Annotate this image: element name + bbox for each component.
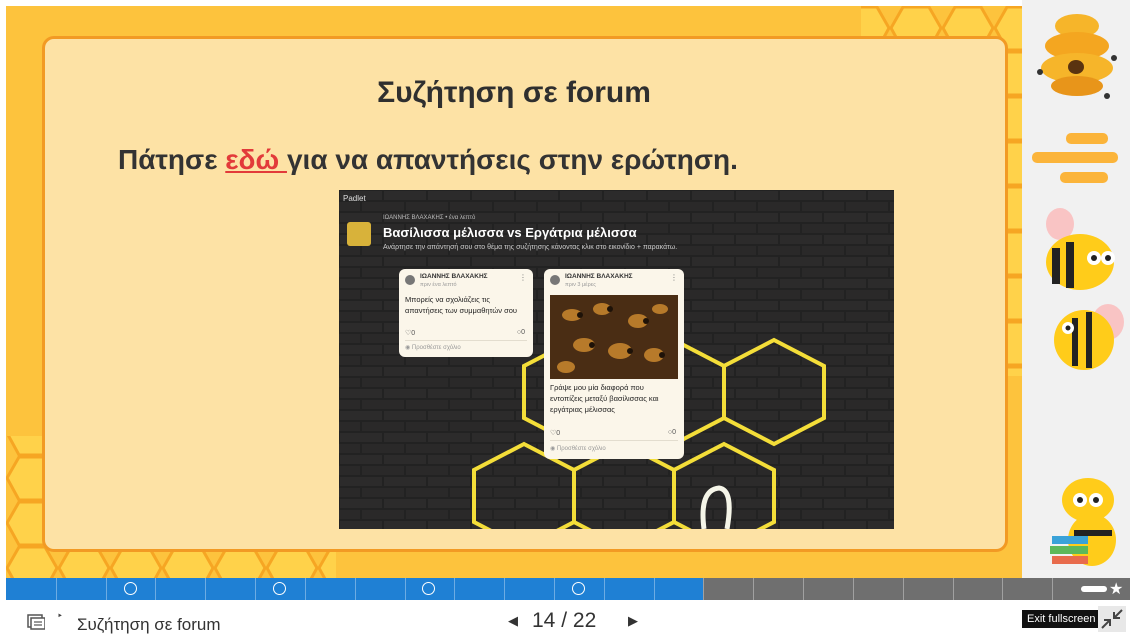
- post-author: ΙΩΑΝΝΗΣ ΒΛΑΧΑΚΗΣ: [420, 273, 488, 280]
- caret-right-icon: ‣: [57, 611, 63, 622]
- add-comment-field[interactable]: ◉ Προσθέστε σχόλιο: [405, 344, 461, 351]
- progress-segment-divider: [405, 578, 406, 600]
- post-author: ΙΩΑΝΝΗΣ ΒΛΑΧΑΚΗΣ: [565, 273, 633, 280]
- like-button[interactable]: ♡0: [405, 329, 415, 337]
- decoration-sidebar: [1022, 0, 1130, 578]
- next-slide-button[interactable]: ▶: [628, 613, 638, 629]
- post-time: πριν ένα λεπτό: [420, 282, 457, 288]
- progress-segment-divider: [305, 578, 306, 600]
- lines-decoration: [1032, 133, 1118, 183]
- like-button[interactable]: ♡0: [550, 429, 560, 437]
- progress-segment-divider: [654, 578, 655, 600]
- progress-segment-divider: [255, 578, 256, 600]
- exit-fullscreen-tooltip: Exit fullscreen: [1022, 610, 1101, 628]
- progress-segment-divider: [504, 578, 505, 600]
- post-text: Μπορείς να σχολιάζεις τις απαντήσεις των…: [405, 295, 518, 315]
- progress-segment-divider: [1052, 578, 1053, 600]
- slide-canvas: Συζήτηση σε forum Πάτησε εδώ για να απαν…: [6, 6, 1022, 578]
- progress-segment-divider: [155, 578, 156, 600]
- padlet-thumbnail: [347, 222, 371, 246]
- page-separator: /: [561, 609, 568, 632]
- add-comment-label: Προσθέστε σχόλιο: [411, 345, 461, 351]
- add-comment-icon: ◉: [550, 446, 557, 452]
- comment-count: 0: [672, 429, 676, 436]
- section-marker[interactable]: [273, 582, 286, 595]
- comment-button[interactable]: ○0: [517, 329, 525, 336]
- here-link[interactable]: εδώ: [225, 144, 287, 175]
- padlet-author: ΙΩΑΝΝΗΣ ΒΛΑΧΑΚΗΣ • ένα λεπτό: [383, 215, 476, 221]
- previous-slide-button[interactable]: ◀: [508, 613, 518, 629]
- progress-segment-divider: [355, 578, 356, 600]
- progress-end-bar: [1081, 586, 1107, 592]
- post-card[interactable]: ΙΩΑΝΝΗΣ ΒΛΑΧΑΚΗΣ πριν ένα λεπτό ⋮ Μπορεί…: [399, 269, 533, 357]
- current-slide-name: Συζήτηση σε forum: [77, 615, 221, 634]
- progress-segment-divider: [753, 578, 754, 600]
- progress-segment-divider: [454, 578, 455, 600]
- post-time: πριν 3 μέρες: [565, 282, 596, 288]
- like-count: 0: [411, 330, 416, 337]
- beehive-icon: [1037, 14, 1117, 99]
- padlet-embed[interactable]: Padlet ΙΩΑΝΝΗΣ ΒΛΑΧΑΚΗΣ • ένα λεπτό Βασί…: [339, 190, 894, 529]
- instruction-prefix: Πάτησε: [118, 144, 226, 175]
- section-marker[interactable]: [572, 582, 585, 595]
- footer-bar: ‣ Συζήτηση σε forum ◀ 14 / 22 ▶ Exit ful…: [0, 600, 1130, 634]
- divider: [550, 440, 678, 441]
- current-page: 14: [532, 609, 556, 632]
- avatar: [550, 275, 560, 285]
- instruction-text: Πάτησε εδώ για να απαντήσεις στην ερώτησ…: [118, 144, 738, 176]
- padlet-brand: Padlet: [343, 194, 366, 203]
- more-icon[interactable]: ⋮: [519, 273, 527, 282]
- instruction-suffix: για να απαντήσεις στην ερώτηση.: [286, 144, 738, 175]
- progress-segment-divider: [106, 578, 107, 600]
- post-text: Γράψε μου μία διαφορά που εντοπίζεις μετ…: [550, 383, 659, 414]
- progress-segment-divider: [853, 578, 854, 600]
- section-marker[interactable]: [422, 582, 435, 595]
- minimize-arrows-icon: [1101, 609, 1123, 629]
- divider: [405, 340, 527, 341]
- add-comment-field[interactable]: ◉ Προσθέστε σχόλιο: [550, 445, 606, 452]
- progress-segment-divider: [205, 578, 206, 600]
- section-marker[interactable]: [124, 582, 137, 595]
- progress-segment-divider: [554, 578, 555, 600]
- bee-icon: [1046, 208, 1115, 290]
- more-icon[interactable]: ⋮: [670, 273, 678, 282]
- page-indicator: 14 / 22: [532, 609, 596, 633]
- bees-photo: [550, 295, 678, 379]
- progress-segment-divider: [56, 578, 57, 600]
- progress-segment-divider: [903, 578, 904, 600]
- progress-bar[interactable]: ★: [6, 578, 1130, 600]
- exit-fullscreen-button[interactable]: [1098, 606, 1126, 632]
- comment-button[interactable]: ○0: [668, 429, 676, 436]
- padlet-title: Βασίλισσα μέλισσα vs Εργάτρια μέλισσα: [383, 225, 637, 240]
- add-comment-icon: ◉: [405, 345, 412, 351]
- progress-segment-divider: [604, 578, 605, 600]
- progress-segment-divider: [953, 578, 954, 600]
- progress-segment-divider: [803, 578, 804, 600]
- add-comment-label: Προσθέστε σχόλιο: [556, 446, 606, 452]
- slides-list-icon[interactable]: [27, 614, 45, 630]
- progress-segment-divider: [1002, 578, 1003, 600]
- reading-bee-icon: [1050, 478, 1116, 566]
- total-pages: 22: [572, 609, 597, 632]
- comment-count: 0: [521, 329, 525, 336]
- like-count: 0: [556, 430, 561, 437]
- padlet-description: Ανάρτησε την απάντησή σου στο θέμα της σ…: [383, 244, 678, 251]
- star-icon[interactable]: ★: [1109, 579, 1123, 599]
- progress-segment-divider: [703, 578, 704, 600]
- avatar: [405, 275, 415, 285]
- bee-icon: [1054, 304, 1124, 370]
- post-card[interactable]: ΙΩΑΝΝΗΣ ΒΛΑΧΑΚΗΣ πριν 3 μέρες ⋮ Γράψε μο…: [544, 269, 684, 459]
- slide-title: Συζήτηση σε forum: [377, 76, 651, 109]
